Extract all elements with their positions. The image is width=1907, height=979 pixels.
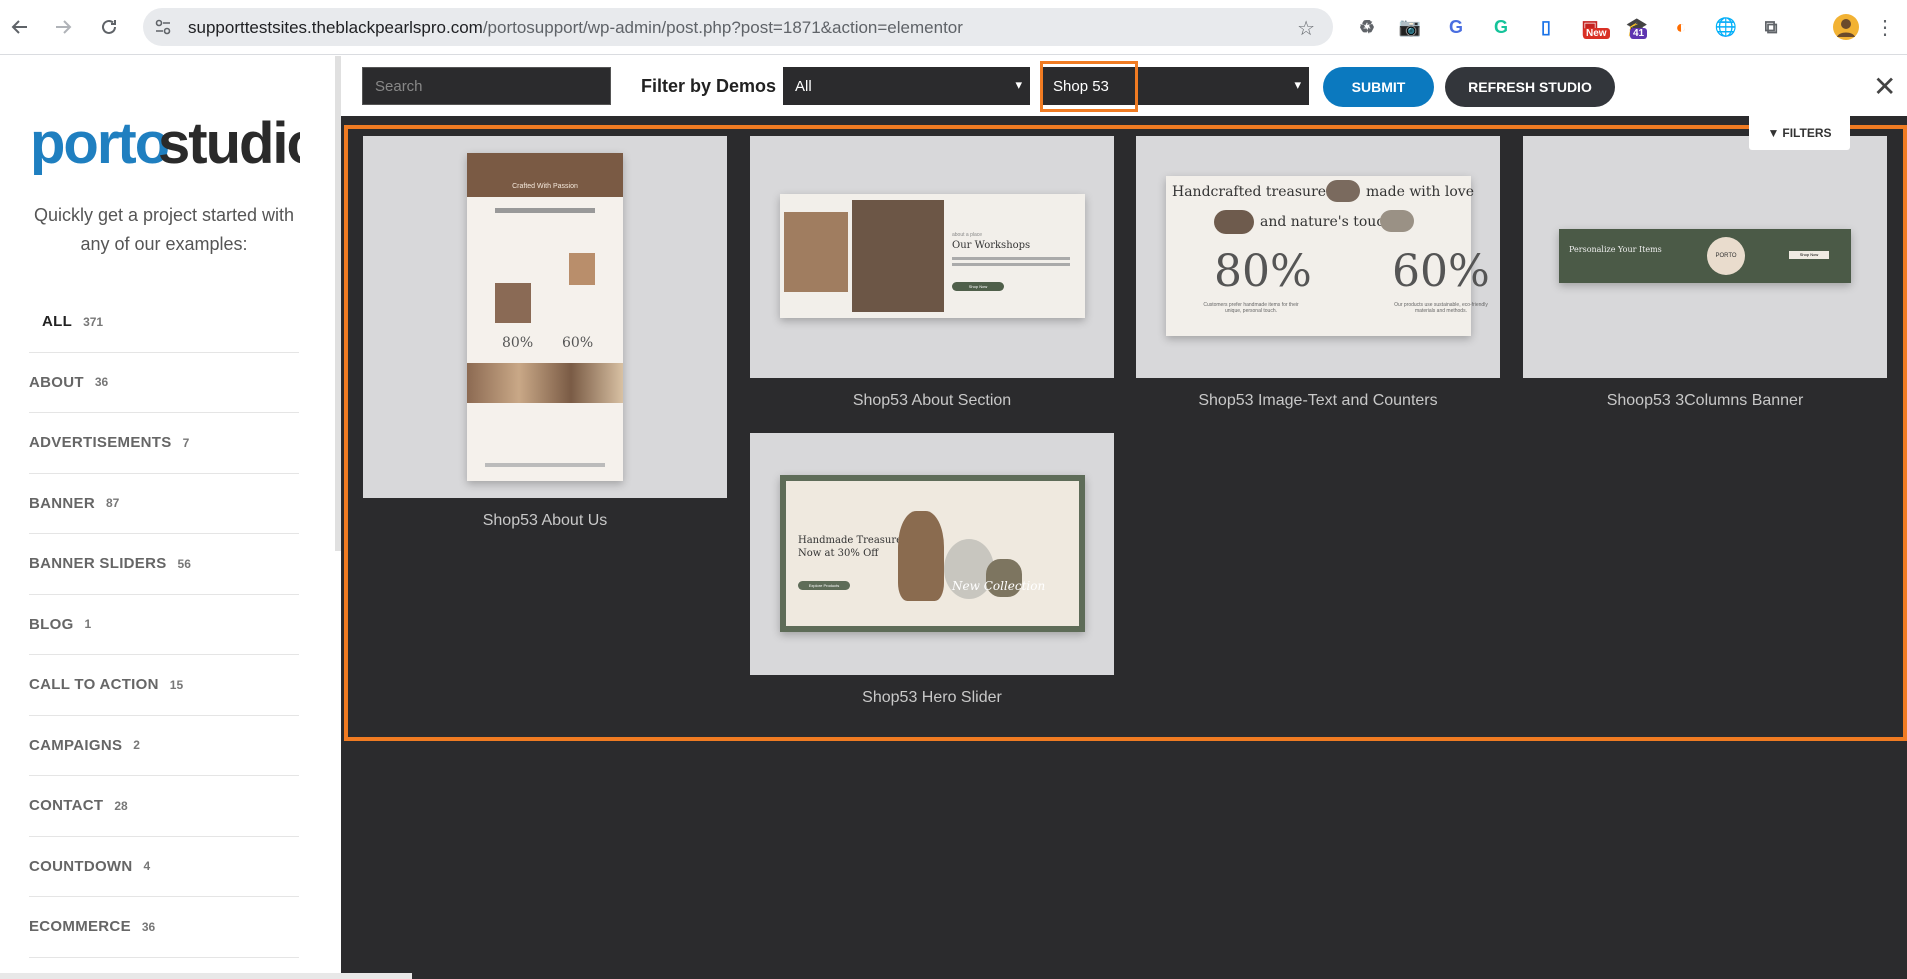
results-highlight — [344, 125, 1907, 741]
studio-main-panel: Filter by Demos All ▾ Shop 53 ▾ SUBMIT R… — [341, 56, 1907, 979]
category-name: ALL — [42, 313, 73, 331]
category-select-value: All — [795, 77, 812, 95]
category-name: ABOUT — [29, 373, 84, 391]
camera-icon[interactable]: 📷 — [1397, 14, 1423, 40]
filters-button[interactable]: ▼ FILTERS — [1749, 116, 1850, 150]
svg-text:studio: studio — [158, 111, 300, 176]
back-arrow-icon[interactable] — [5, 12, 35, 42]
category-list: ALL 371 ABOUT 36 ADVERTISEMENTS 7 BANNER 87 BANN… — [29, 292, 299, 979]
category-count: 36 — [141, 919, 156, 934]
sidebar-category-blog[interactable]: BLOG 1 — [29, 595, 299, 655]
extension-badge: 41 — [1630, 28, 1648, 39]
category-count: 4 — [143, 859, 151, 874]
sidebar-tagline: Quickly get a project started with any o… — [33, 205, 295, 254]
submit-button[interactable]: SUBMIT — [1323, 67, 1434, 107]
studio-toolbar: Filter by Demos All ▾ Shop 53 ▾ SUBMIT R… — [341, 56, 1907, 116]
sidebar-category-banner-sliders[interactable]: BANNER SLIDERS 56 — [29, 534, 299, 595]
category-name: CALL TO ACTION — [29, 676, 159, 694]
sidebar-category-advertisements[interactable]: ADVERTISEMENTS 7 — [29, 413, 299, 474]
close-icon[interactable]: ✕ — [1873, 70, 1896, 103]
swirl-icon[interactable]: ◐ — [1668, 14, 1694, 40]
porto-studio-logo: porto studio — [30, 111, 300, 176]
category-count: 2 — [133, 738, 140, 753]
filter-by-demos-label: Filter by Demos — [641, 76, 777, 96]
category-count: 1 — [84, 617, 92, 632]
demo-select-highlight — [1040, 61, 1138, 112]
category-count: 56 — [177, 556, 191, 571]
category-count: 7 — [182, 435, 190, 450]
sidebar-category-banner[interactable]: BANNER 87 — [29, 474, 299, 534]
category-name: CAMPAIGNS — [29, 736, 123, 754]
chevron-down-icon: ▾ — [1015, 77, 1022, 92]
new-extension-icon[interactable]: ▣ New — [1577, 14, 1610, 40]
category-name: ECOMMERCE — [29, 918, 131, 936]
category-count: 36 — [94, 375, 109, 390]
sidebar-category-all[interactable]: ALL 371 — [29, 292, 299, 353]
sidebar-category-campaigns[interactable]: CAMPAIGNS 2 — [29, 716, 299, 776]
globe-icon[interactable]: 🌐 — [1713, 14, 1739, 40]
sidebar-category-about[interactable]: ABOUT 36 — [29, 353, 299, 413]
filter-icon: ▼ — [1767, 126, 1780, 140]
extension-badge: New — [1583, 28, 1610, 39]
studio-sidebar: porto studio Quickly get a project start… — [0, 56, 341, 979]
grammarly-icon[interactable]: G — [1488, 14, 1514, 40]
category-name: COUNTDOWN — [29, 857, 133, 875]
category-select[interactable]: All ▾ — [783, 67, 1030, 105]
sidebar-category-ecommerce[interactable]: ECOMMERCE 36 — [29, 897, 299, 958]
browser-toolbar: supporttestsites.theblackpearlspro.com/p… — [0, 0, 1907, 55]
forward-arrow-icon[interactable] — [48, 12, 78, 42]
category-name: BLOG — [29, 615, 74, 633]
sidebar-category-call-to-action[interactable]: CALL TO ACTION 15 — [29, 655, 299, 716]
address-bar[interactable]: supporttestsites.theblackpearlspro.com/p… — [143, 8, 1333, 46]
category-name: CONTACT — [29, 797, 104, 815]
category-count: 371 — [83, 314, 104, 329]
category-name: BANNER — [29, 494, 95, 512]
search-input[interactable] — [362, 67, 611, 105]
refresh-studio-button[interactable]: REFRESH STUDIO — [1445, 67, 1615, 107]
horizontal-scrollbar[interactable] — [0, 973, 412, 979]
profile-avatar[interactable] — [1833, 14, 1859, 40]
url-text: supporttestsites.theblackpearlspro.com/p… — [188, 18, 963, 37]
recycle-icon[interactable]: ♻ — [1354, 14, 1380, 40]
bookmark-star-icon[interactable]: ☆ — [1297, 16, 1315, 41]
category-count: 87 — [105, 496, 120, 511]
category-count: 15 — [169, 677, 184, 692]
puzzle-icon[interactable]: ⧉ — [1758, 14, 1784, 40]
category-name: BANNER SLIDERS — [29, 555, 167, 573]
clipboard-icon[interactable]: ▯ — [1533, 14, 1559, 40]
sidebar-category-contact[interactable]: CONTACT 28 — [29, 776, 299, 837]
reload-icon[interactable] — [94, 12, 124, 42]
graduation-cap-icon[interactable]: 🎓 41 — [1624, 14, 1650, 40]
category-count: 28 — [114, 798, 128, 813]
site-settings-icon[interactable] — [153, 17, 173, 37]
filters-label: FILTERS — [1782, 126, 1832, 140]
svg-text:porto: porto — [30, 111, 169, 176]
translate-icon[interactable]: G — [1443, 14, 1469, 40]
sidebar-category-countdown[interactable]: COUNTDOWN 4 — [29, 837, 299, 897]
chevron-down-icon: ▾ — [1294, 77, 1301, 92]
category-name: ADVERTISEMENTS — [29, 434, 172, 452]
browser-menu-icon[interactable]: ⋮ — [1872, 14, 1898, 40]
